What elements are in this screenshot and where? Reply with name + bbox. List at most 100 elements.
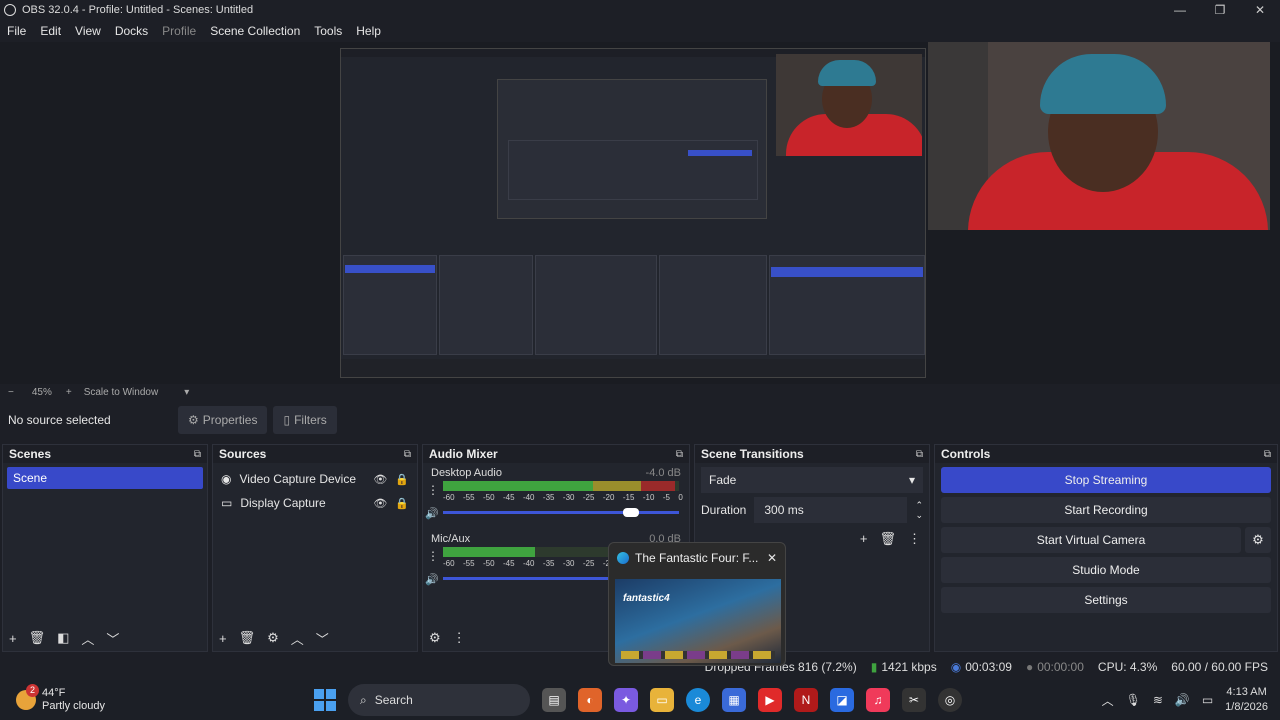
microphone-icon[interactable]: 🎙 bbox=[1126, 693, 1141, 707]
undock-icon[interactable]: ⧉ bbox=[676, 449, 683, 460]
taskbar-thumbnail-preview[interactable]: The Fantastic Four: F... ✕ fantastic4 bbox=[608, 542, 786, 666]
wifi-icon[interactable]: ≋ bbox=[1153, 693, 1163, 707]
search-label: Search bbox=[374, 693, 413, 707]
gear-icon[interactable]: ⚙ bbox=[429, 630, 441, 646]
add-icon[interactable]: + bbox=[860, 531, 868, 547]
duration-value: 300 ms bbox=[764, 503, 804, 517]
lock-icon[interactable]: 🔒 bbox=[395, 473, 409, 486]
maximize-button[interactable]: ❐ bbox=[1200, 0, 1240, 20]
scale-mode-select[interactable]: Scale to Window bbox=[84, 387, 158, 398]
menu-edit[interactable]: Edit bbox=[33, 24, 68, 38]
trash-icon[interactable]: 🗑 bbox=[29, 630, 46, 646]
chevron-up-icon[interactable]: ︿ bbox=[1102, 692, 1114, 709]
volume-slider[interactable] bbox=[443, 508, 679, 517]
properties-button[interactable]: ⚙ Properties bbox=[178, 406, 268, 434]
minimize-button[interactable]: — bbox=[1160, 0, 1200, 20]
person-cap bbox=[818, 60, 876, 86]
taskbar-search[interactable]: ⌕ Search bbox=[348, 684, 530, 716]
nested-sources-dock bbox=[439, 255, 533, 355]
nested-inner-capture bbox=[497, 79, 767, 219]
scene-transitions-header: Scene Transitions ⧉ bbox=[695, 445, 929, 463]
thumbnail-logo: fantastic4 bbox=[623, 593, 670, 604]
file-explorer-icon[interactable]: ▭ bbox=[650, 688, 674, 712]
chevron-down-icon[interactable]: ﹀ bbox=[316, 629, 329, 648]
chevron-down-icon[interactable]: ▾ bbox=[184, 387, 189, 398]
weather-widget[interactable]: 2 44°F Partly cloudy bbox=[16, 684, 105, 713]
transition-select[interactable]: Fade ▾ bbox=[701, 467, 923, 493]
undock-icon[interactable]: ⧉ bbox=[404, 449, 411, 460]
eye-icon[interactable]: 👁 bbox=[373, 473, 387, 486]
music-icon[interactable]: ♫ bbox=[866, 688, 890, 712]
filters-button[interactable]: ▯ Filters bbox=[273, 406, 337, 434]
start-virtual-camera-button[interactable]: Start Virtual Camera bbox=[941, 527, 1241, 553]
more-icon[interactable]: ⋮ bbox=[427, 483, 439, 497]
close-button[interactable]: ✕ bbox=[1240, 0, 1280, 20]
speaker-icon[interactable]: 🔊 bbox=[1175, 693, 1190, 707]
menu-scene-collection[interactable]: Scene Collection bbox=[203, 24, 307, 38]
menu-tools[interactable]: Tools bbox=[307, 24, 349, 38]
undock-icon[interactable]: ⧉ bbox=[1264, 449, 1271, 460]
scene-transitions-title: Scene Transitions bbox=[701, 447, 804, 461]
obs-icon[interactable]: ◎ bbox=[938, 688, 962, 712]
source-toolbar: No source selected ⚙ Properties ▯ Filter… bbox=[0, 404, 1280, 436]
chevron-up-icon[interactable]: ︿ bbox=[291, 629, 304, 648]
properties-label: Properties bbox=[202, 413, 258, 427]
add-icon[interactable]: + bbox=[9, 631, 17, 646]
chevron-down-icon[interactable]: ﹀ bbox=[106, 629, 119, 648]
youtube-icon[interactable]: ▶ bbox=[758, 688, 782, 712]
app-icon-blue[interactable]: ◪ bbox=[830, 688, 854, 712]
controls-header: Controls ⧉ bbox=[935, 445, 1277, 463]
menu-view[interactable]: View bbox=[68, 24, 108, 38]
menu-profile[interactable]: Profile bbox=[155, 24, 203, 38]
netflix-icon[interactable]: N bbox=[794, 688, 818, 712]
zoom-in-button[interactable]: + bbox=[66, 387, 72, 398]
app-icon-orange[interactable]: ◐ bbox=[578, 688, 602, 712]
gear-icon[interactable]: ⚙ bbox=[267, 630, 279, 646]
gear-icon: ⚙ bbox=[188, 413, 199, 427]
capcut-icon[interactable]: ✂ bbox=[902, 688, 926, 712]
menu-file[interactable]: File bbox=[0, 24, 33, 38]
more-icon[interactable]: ⋮ bbox=[427, 549, 439, 563]
task-view-icon[interactable]: ▤ bbox=[542, 688, 566, 712]
source-item-display-capture[interactable]: ▭ Display Capture 👁 🔒 bbox=[213, 491, 417, 515]
speaker-icon[interactable]: 🔊 bbox=[425, 507, 439, 520]
zoom-out-button[interactable]: − bbox=[8, 387, 14, 398]
stop-streaming-button[interactable]: Stop Streaming bbox=[941, 467, 1271, 493]
undock-icon[interactable]: ⧉ bbox=[916, 449, 923, 460]
more-icon[interactable]: ⋮ bbox=[453, 630, 466, 646]
edge-icon[interactable]: e bbox=[686, 688, 710, 712]
scene-item[interactable]: Scene bbox=[7, 467, 203, 489]
filter-icon[interactable]: ◧ bbox=[57, 630, 69, 646]
notification-badge: 2 bbox=[26, 684, 39, 697]
store-icon[interactable]: ▦ bbox=[722, 688, 746, 712]
battery-icon[interactable]: ▭ bbox=[1202, 693, 1213, 707]
studio-mode-button[interactable]: Studio Mode bbox=[941, 557, 1271, 583]
weather-temp: 44°F bbox=[42, 687, 66, 699]
thumbnail-image[interactable]: fantastic4 bbox=[615, 579, 781, 663]
close-icon[interactable]: ✕ bbox=[767, 551, 777, 565]
copilot-icon[interactable]: ✦ bbox=[614, 688, 638, 712]
start-recording-button[interactable]: Start Recording bbox=[941, 497, 1271, 523]
menu-docks[interactable]: Docks bbox=[108, 24, 155, 38]
chevron-up-icon[interactable]: ︿ bbox=[81, 629, 94, 648]
volume-knob[interactable] bbox=[623, 508, 639, 517]
source-name: Video Capture Device bbox=[239, 472, 356, 486]
channel-db: -4.0 dB bbox=[645, 467, 681, 479]
undock-icon[interactable]: ⧉ bbox=[194, 449, 201, 460]
bitrate: 1421 kbps bbox=[881, 660, 937, 674]
gear-icon[interactable]: ⚙ bbox=[1245, 527, 1271, 553]
eye-icon[interactable]: 👁 bbox=[373, 497, 387, 510]
add-icon[interactable]: + bbox=[219, 631, 227, 646]
spinner-icon[interactable]: ⌃ ⌄ bbox=[915, 500, 923, 520]
trash-icon[interactable]: 🗑 bbox=[239, 630, 256, 646]
duration-input[interactable]: 300 ms bbox=[754, 497, 908, 523]
windows-start-icon[interactable] bbox=[314, 689, 336, 711]
more-icon[interactable]: ⋮ bbox=[908, 531, 921, 547]
clock[interactable]: 4:13 AM 1/8/2026 bbox=[1225, 685, 1268, 715]
menu-help[interactable]: Help bbox=[349, 24, 388, 38]
lock-icon[interactable]: 🔒 bbox=[395, 497, 409, 510]
source-item-video-capture[interactable]: ◉ Video Capture Device 👁 🔒 bbox=[213, 467, 417, 491]
trash-icon[interactable]: 🗑 bbox=[879, 531, 896, 547]
speaker-icon[interactable]: 🔊 bbox=[425, 573, 439, 586]
settings-button[interactable]: Settings bbox=[941, 587, 1271, 613]
